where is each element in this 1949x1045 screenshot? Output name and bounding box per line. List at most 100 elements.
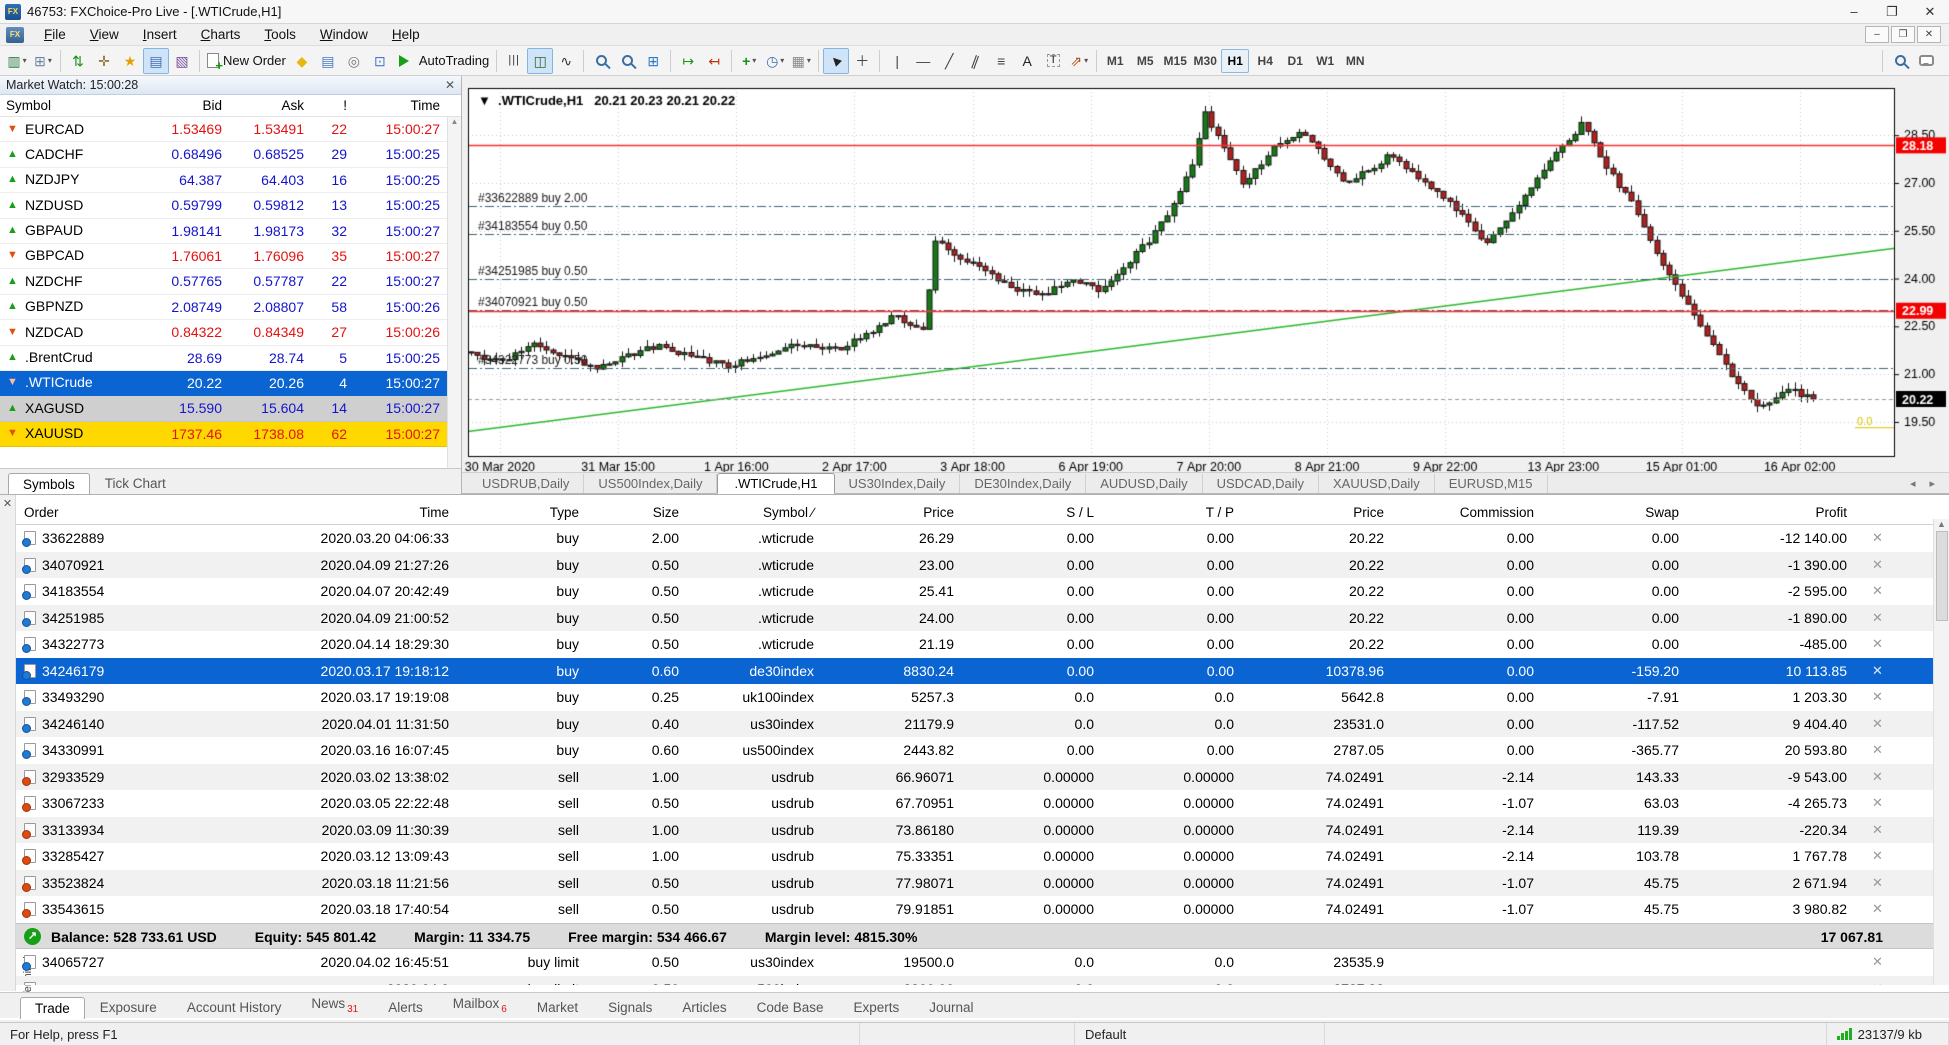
close-order-icon[interactable]: ✕ (1859, 949, 1896, 976)
new-order-button[interactable]: New Order (204, 48, 289, 74)
order-row-33493290[interactable]: 334932902020.03.17 19:19:08buy0.25uk100i… (16, 684, 1933, 711)
menu-item-tools[interactable]: Tools (252, 25, 308, 44)
order-row-34246179[interactable]: 342461792020.03.17 19:18:12buy0.60de30in… (16, 658, 1933, 685)
search-symbols-button[interactable] (1887, 48, 1913, 74)
chart-tab-de30indexdaily[interactable]: DE30Index,Daily (960, 474, 1086, 493)
order-row-33285427[interactable]: 332854272020.03.12 13:09:43sell1.00usdru… (16, 843, 1933, 870)
community-chat-button[interactable] (1913, 48, 1939, 74)
market-watch-row-brentcrud[interactable]: ▲.BrentCrud28.6928.74515:00:25 (0, 346, 461, 371)
optimization-button[interactable]: ◎ (341, 48, 367, 74)
timeframe-button-h4[interactable]: H4 (1251, 49, 1279, 73)
close-order-icon[interactable]: ✕ (1859, 790, 1896, 817)
terminal-tab-trade[interactable]: Trade (20, 997, 85, 1019)
close-order-icon[interactable]: ✕ (1859, 578, 1896, 605)
market-watch-row-gbpnzd[interactable]: ▲GBPNZD2.087492.088075815:00:26 (0, 295, 461, 320)
close-order-icon[interactable]: ✕ (1859, 711, 1896, 738)
market-watch-tab-tick-chart[interactable]: Tick Chart (90, 472, 181, 494)
cursor-tool-button[interactable]: ▶ (823, 48, 849, 74)
timeframe-button-m30[interactable]: M30 (1191, 49, 1219, 73)
order-row-33523824[interactable]: 335238242020.03.18 11:21:56sell0.50usdru… (16, 870, 1933, 897)
chart-tab-xauusddaily[interactable]: XAUUSD,Daily (1319, 474, 1435, 493)
chart-tab-us500indexdaily[interactable]: US500Index,Daily (584, 474, 717, 493)
close-order-icon[interactable]: ✕ (1859, 817, 1896, 844)
tile-windows-button[interactable]: ⊞ (640, 48, 666, 74)
order-row-32933529[interactable]: 329335292020.03.02 13:38:02sell1.00usdru… (16, 764, 1933, 791)
order-row-pending[interactable]: 2020.04.0buy limit0.50us500index2300.000… (16, 976, 1933, 986)
order-row-34330991[interactable]: 343309912020.03.16 16:07:45buy0.60us500i… (16, 737, 1933, 764)
close-button[interactable]: ✕ (1911, 0, 1949, 24)
chart-tab-wticrudeh1[interactable]: .WTICrude,H1 (717, 473, 834, 494)
market-watch-close-icon[interactable]: ✕ (445, 78, 455, 92)
close-order-icon[interactable]: ✕ (1859, 870, 1896, 897)
close-order-icon[interactable]: ✕ (1859, 605, 1896, 632)
order-row-34065727[interactable]: 340657272020.04.02 16:45:51buy limit0.50… (16, 949, 1933, 976)
market-watch-row-gbpaud[interactable]: ▲GBPAUD1.981411.981733215:00:27 (0, 219, 461, 244)
market-watch-row-nzdjpy[interactable]: ▲NZDJPY64.38764.4031615:00:25 (0, 168, 461, 193)
terminal-tab-alerts[interactable]: Alerts (373, 996, 438, 1018)
chart-area[interactable] (462, 76, 1949, 472)
order-row-33543615[interactable]: 335436152020.03.18 17:40:54sell0.50usdru… (16, 896, 1933, 923)
timeframe-button-w1[interactable]: W1 (1311, 49, 1339, 73)
timeframe-button-m1[interactable]: M1 (1101, 49, 1129, 73)
terminal-tab-signals[interactable]: Signals (593, 996, 667, 1018)
profiles-button[interactable]: ⊞▾ (30, 48, 56, 74)
chart-tab-audusddaily[interactable]: AUDUSD,Daily (1086, 474, 1202, 493)
crosshair-tool-button[interactable]: ＋ (849, 48, 875, 74)
terminal-tab-experts[interactable]: Experts (838, 996, 914, 1018)
terminal-toggle[interactable]: ▤ (143, 48, 169, 74)
market-watch-row-nzdchf[interactable]: ▲NZDCHF0.577650.577872215:00:27 (0, 269, 461, 294)
chart-window-icon[interactable]: FX (6, 27, 24, 43)
child-restore-button[interactable]: ❐ (1891, 26, 1915, 43)
menu-item-view[interactable]: View (78, 25, 131, 44)
terminal-scrollbar-thumb[interactable] (1936, 531, 1948, 621)
order-row-33133934[interactable]: 331339342020.03.09 11:30:39sell1.00usdru… (16, 817, 1933, 844)
market-watch-row-cadchf[interactable]: ▲CADCHF0.684960.685252915:00:25 (0, 142, 461, 167)
timeframe-button-m5[interactable]: M5 (1131, 49, 1159, 73)
close-order-icon[interactable]: ✕ (1859, 552, 1896, 579)
terminal-tab-account-history[interactable]: Account History (172, 996, 297, 1018)
order-row-34070921[interactable]: 340709212020.04.09 21:27:26buy0.50.wticr… (16, 552, 1933, 579)
child-minimize-button[interactable]: – (1865, 26, 1889, 43)
text-label-tool[interactable]: T (1040, 48, 1066, 74)
close-order-icon[interactable]: ✕ (1859, 525, 1896, 552)
terminal-tab-news[interactable]: News31 (296, 992, 373, 1018)
child-close-button[interactable]: ✕ (1917, 26, 1941, 43)
terminal-tab-market[interactable]: Market (522, 996, 593, 1018)
order-row-34251985[interactable]: 342519852020.04.09 21:00:52buy0.50.wticr… (16, 605, 1933, 632)
order-row-33067233[interactable]: 330672332020.03.05 22:22:48sell0.50usdru… (16, 790, 1933, 817)
close-order-icon[interactable]: ✕ (1859, 737, 1896, 764)
maximize-button[interactable]: ❐ (1873, 0, 1911, 24)
close-order-icon[interactable]: ✕ (1859, 976, 1896, 986)
strategy-tester-button[interactable]: ▧ (169, 48, 195, 74)
zoom-out-button[interactable] (614, 48, 640, 74)
market-watch-tab-symbols[interactable]: Symbols (8, 473, 90, 495)
close-order-icon[interactable]: ✕ (1859, 631, 1896, 658)
market-watch-toggle[interactable]: ⇅ (65, 48, 91, 74)
timeframe-button-d1[interactable]: D1 (1281, 49, 1309, 73)
menu-item-insert[interactable]: Insert (131, 25, 189, 44)
fibonacci-tool[interactable]: ≡ (988, 48, 1014, 74)
periods-button[interactable]: ◷▾ (762, 48, 788, 74)
data-window-button[interactable]: ✛ (91, 48, 117, 74)
bar-chart-mode-button[interactable]: ||| (501, 48, 527, 74)
terminal-tab-code-base[interactable]: Code Base (742, 996, 839, 1018)
autotrading-button[interactable]: AutoTrading (393, 48, 492, 74)
channel-tool[interactable]: ∥ (962, 48, 988, 74)
close-order-icon[interactable]: ✕ (1859, 764, 1896, 791)
order-row-34246140[interactable]: 342461402020.04.01 11:31:50buy0.40us30in… (16, 711, 1933, 738)
terminal-tab-articles[interactable]: Articles (667, 996, 741, 1018)
timeframe-button-m15[interactable]: M15 (1161, 49, 1189, 73)
auto-scroll-button[interactable]: ↦ (675, 48, 701, 74)
close-order-icon[interactable]: ✕ (1859, 896, 1896, 923)
line-chart-mode-button[interactable]: ∿ (553, 48, 579, 74)
market-watch-row-nzdusd[interactable]: ▲NZDUSD0.597990.598121315:00:25 (0, 193, 461, 218)
horizontal-line-tool[interactable]: — (910, 48, 936, 74)
status-profile[interactable]: Default (1075, 1023, 1325, 1045)
market-watch-row-eurcad[interactable]: ▼EURCAD1.534691.534912215:00:27 (0, 117, 461, 142)
metaeditor-button[interactable]: ▤ (315, 48, 341, 74)
market-watch-scrollbar[interactable]: ▲ (447, 117, 461, 494)
terminal-tab-exposure[interactable]: Exposure (85, 996, 172, 1018)
vertical-line-tool[interactable]: | (884, 48, 910, 74)
terminal-tab-mailbox[interactable]: Mailbox6 (438, 992, 522, 1018)
market-watch-row-xauusd[interactable]: ▼XAUUSD1737.461738.086215:00:27 (0, 422, 461, 447)
